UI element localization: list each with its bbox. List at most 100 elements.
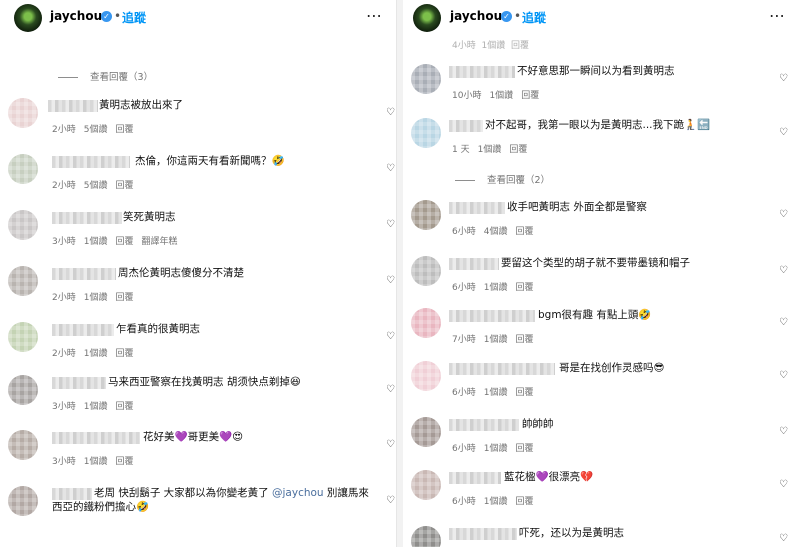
commenter-avatar[interactable] (8, 375, 38, 405)
reply-button[interactable]: 回覆 (521, 91, 539, 101)
comment-text: 花好美💜哥更美💜😍 (143, 431, 244, 443)
blurred-username (449, 258, 499, 270)
partial-time: 4小時 (452, 41, 476, 51)
username[interactable]: jaychou (450, 9, 502, 23)
reply-button[interactable]: 回覆 (115, 402, 133, 412)
comment-likes[interactable]: 1個讚 (484, 283, 508, 293)
like-heart-icon[interactable]: ♡ (386, 332, 396, 342)
like-heart-icon[interactable]: ♡ (779, 318, 789, 328)
partial-reply[interactable]: 回覆 (511, 41, 529, 51)
reply-button[interactable]: 回覆 (115, 457, 133, 467)
profile-avatar[interactable] (14, 4, 42, 32)
commenter-avatar[interactable] (411, 417, 441, 447)
commenter-avatar[interactable] (8, 154, 38, 184)
like-heart-icon[interactable]: ♡ (386, 440, 396, 450)
comment-likes[interactable]: 1個讚 (484, 497, 508, 507)
comment-likes[interactable]: 1個讚 (484, 335, 508, 345)
more-options-icon[interactable]: ⋯ (769, 6, 786, 25)
comment-meta: 10小時 1個讚 回覆 (452, 88, 547, 101)
like-heart-icon[interactable]: ♡ (779, 74, 789, 84)
commenter-avatar[interactable] (411, 308, 441, 338)
comment-likes[interactable]: 4個讚 (484, 227, 508, 237)
mention-link[interactable]: @jaychou (272, 487, 324, 499)
follow-button[interactable]: 追蹤 (122, 9, 146, 26)
comment-meta: 6小時 1個讚 回覆 (452, 494, 541, 507)
commenter-avatar[interactable] (411, 470, 441, 500)
comment-likes[interactable]: 1個讚 (478, 145, 502, 155)
comment-text-start: 老周 快刮鬍子 大家都以為你變老黃了 (94, 487, 273, 499)
reply-button[interactable]: 回覆 (515, 497, 533, 507)
reply-button[interactable]: 回覆 (515, 444, 533, 454)
blurred-username (449, 66, 515, 78)
comment-likes[interactable]: 1個讚 (484, 388, 508, 398)
commenter-avatar[interactable] (8, 266, 38, 296)
blurred-username (449, 120, 483, 132)
like-heart-icon[interactable]: ♡ (779, 266, 789, 276)
like-heart-icon[interactable]: ♡ (779, 534, 789, 544)
profile-avatar[interactable] (413, 4, 441, 32)
commenter-avatar[interactable] (411, 200, 441, 230)
separator-dot: • (114, 9, 122, 23)
blurred-username (52, 156, 130, 168)
reply-button[interactable]: 回覆 (515, 388, 533, 398)
reply-button[interactable]: 回覆 (515, 283, 533, 293)
partial-comment-meta: 4小時 1個讚 回覆 (452, 38, 529, 51)
like-heart-icon[interactable]: ♡ (779, 371, 789, 381)
view-replies-button[interactable]: 查看回覆（3） (58, 69, 153, 83)
commenter-avatar[interactable] (8, 322, 38, 352)
comment-likes[interactable]: 5個讚 (84, 181, 108, 191)
reply-button[interactable]: 回覆 (515, 227, 533, 237)
comment-meta: 6小時 4個讚 回覆 (452, 224, 541, 237)
blurred-username (48, 100, 98, 112)
username[interactable]: jaychou (50, 9, 102, 23)
commenter-avatar[interactable] (411, 526, 441, 547)
more-options-icon[interactable]: ⋯ (366, 6, 383, 25)
commenter-avatar[interactable] (8, 210, 38, 240)
comment-likes[interactable]: 1個讚 (84, 293, 108, 303)
comment-likes[interactable]: 1個讚 (489, 91, 513, 101)
commenter-avatar[interactable] (8, 430, 38, 460)
comment-time: 7小時 (452, 335, 476, 345)
translate-button[interactable]: 翻譯年糕 (141, 237, 177, 247)
blurred-username (52, 268, 116, 280)
comment-text: 藍花楹💜很漂亮💔 (504, 471, 594, 483)
view-replies-button[interactable]: 查看回覆（2） (455, 172, 550, 186)
like-heart-icon[interactable]: ♡ (779, 427, 789, 437)
reply-button[interactable]: 回覆 (515, 335, 533, 345)
like-heart-icon[interactable]: ♡ (779, 480, 789, 490)
reply-button[interactable]: 回覆 (115, 349, 133, 359)
like-heart-icon[interactable]: ♡ (386, 164, 396, 174)
reply-button[interactable]: 回覆 (115, 237, 133, 247)
comment-likes[interactable]: 1個讚 (84, 402, 108, 412)
like-heart-icon[interactable]: ♡ (779, 210, 789, 220)
like-heart-icon[interactable]: ♡ (386, 108, 396, 118)
like-heart-icon[interactable]: ♡ (779, 128, 789, 138)
comment-likes[interactable]: 1個讚 (84, 237, 108, 247)
like-heart-icon[interactable]: ♡ (386, 385, 396, 395)
commenter-avatar[interactable] (411, 361, 441, 391)
comment-text: 杰倫，你這兩天有看新聞嗎？🤣 (135, 155, 285, 167)
comment-text: 黃明志被放出來了 (99, 99, 183, 111)
follow-button[interactable]: 追蹤 (522, 9, 546, 26)
right-comments-panel: jaychou ✓ • 追蹤 ⋯ 4小時 1個讚 回覆 不好意思那一瞬间以为看到… (403, 0, 800, 547)
like-heart-icon[interactable]: ♡ (386, 220, 396, 230)
like-heart-icon[interactable]: ♡ (386, 276, 396, 286)
commenter-avatar[interactable] (411, 256, 441, 286)
reply-button[interactable]: 回覆 (115, 125, 133, 135)
comment-likes[interactable]: 1個讚 (84, 349, 108, 359)
commenter-avatar[interactable] (411, 118, 441, 148)
commenter-avatar[interactable] (8, 98, 38, 128)
comment-likes[interactable]: 1個讚 (484, 444, 508, 454)
reply-button[interactable]: 回覆 (115, 181, 133, 191)
commenter-avatar[interactable] (8, 486, 38, 516)
commenter-avatar[interactable] (411, 64, 441, 94)
reply-button[interactable]: 回覆 (115, 293, 133, 303)
blurred-username (52, 432, 140, 444)
replies-line (58, 77, 78, 78)
reply-button[interactable]: 回覆 (509, 145, 527, 155)
comment-meta: 6小時 1個讚 回覆 (452, 280, 541, 293)
like-heart-icon[interactable]: ♡ (386, 496, 396, 506)
comment-likes[interactable]: 5個讚 (84, 125, 108, 135)
comment-likes[interactable]: 1個讚 (84, 457, 108, 467)
blurred-username (449, 363, 555, 375)
